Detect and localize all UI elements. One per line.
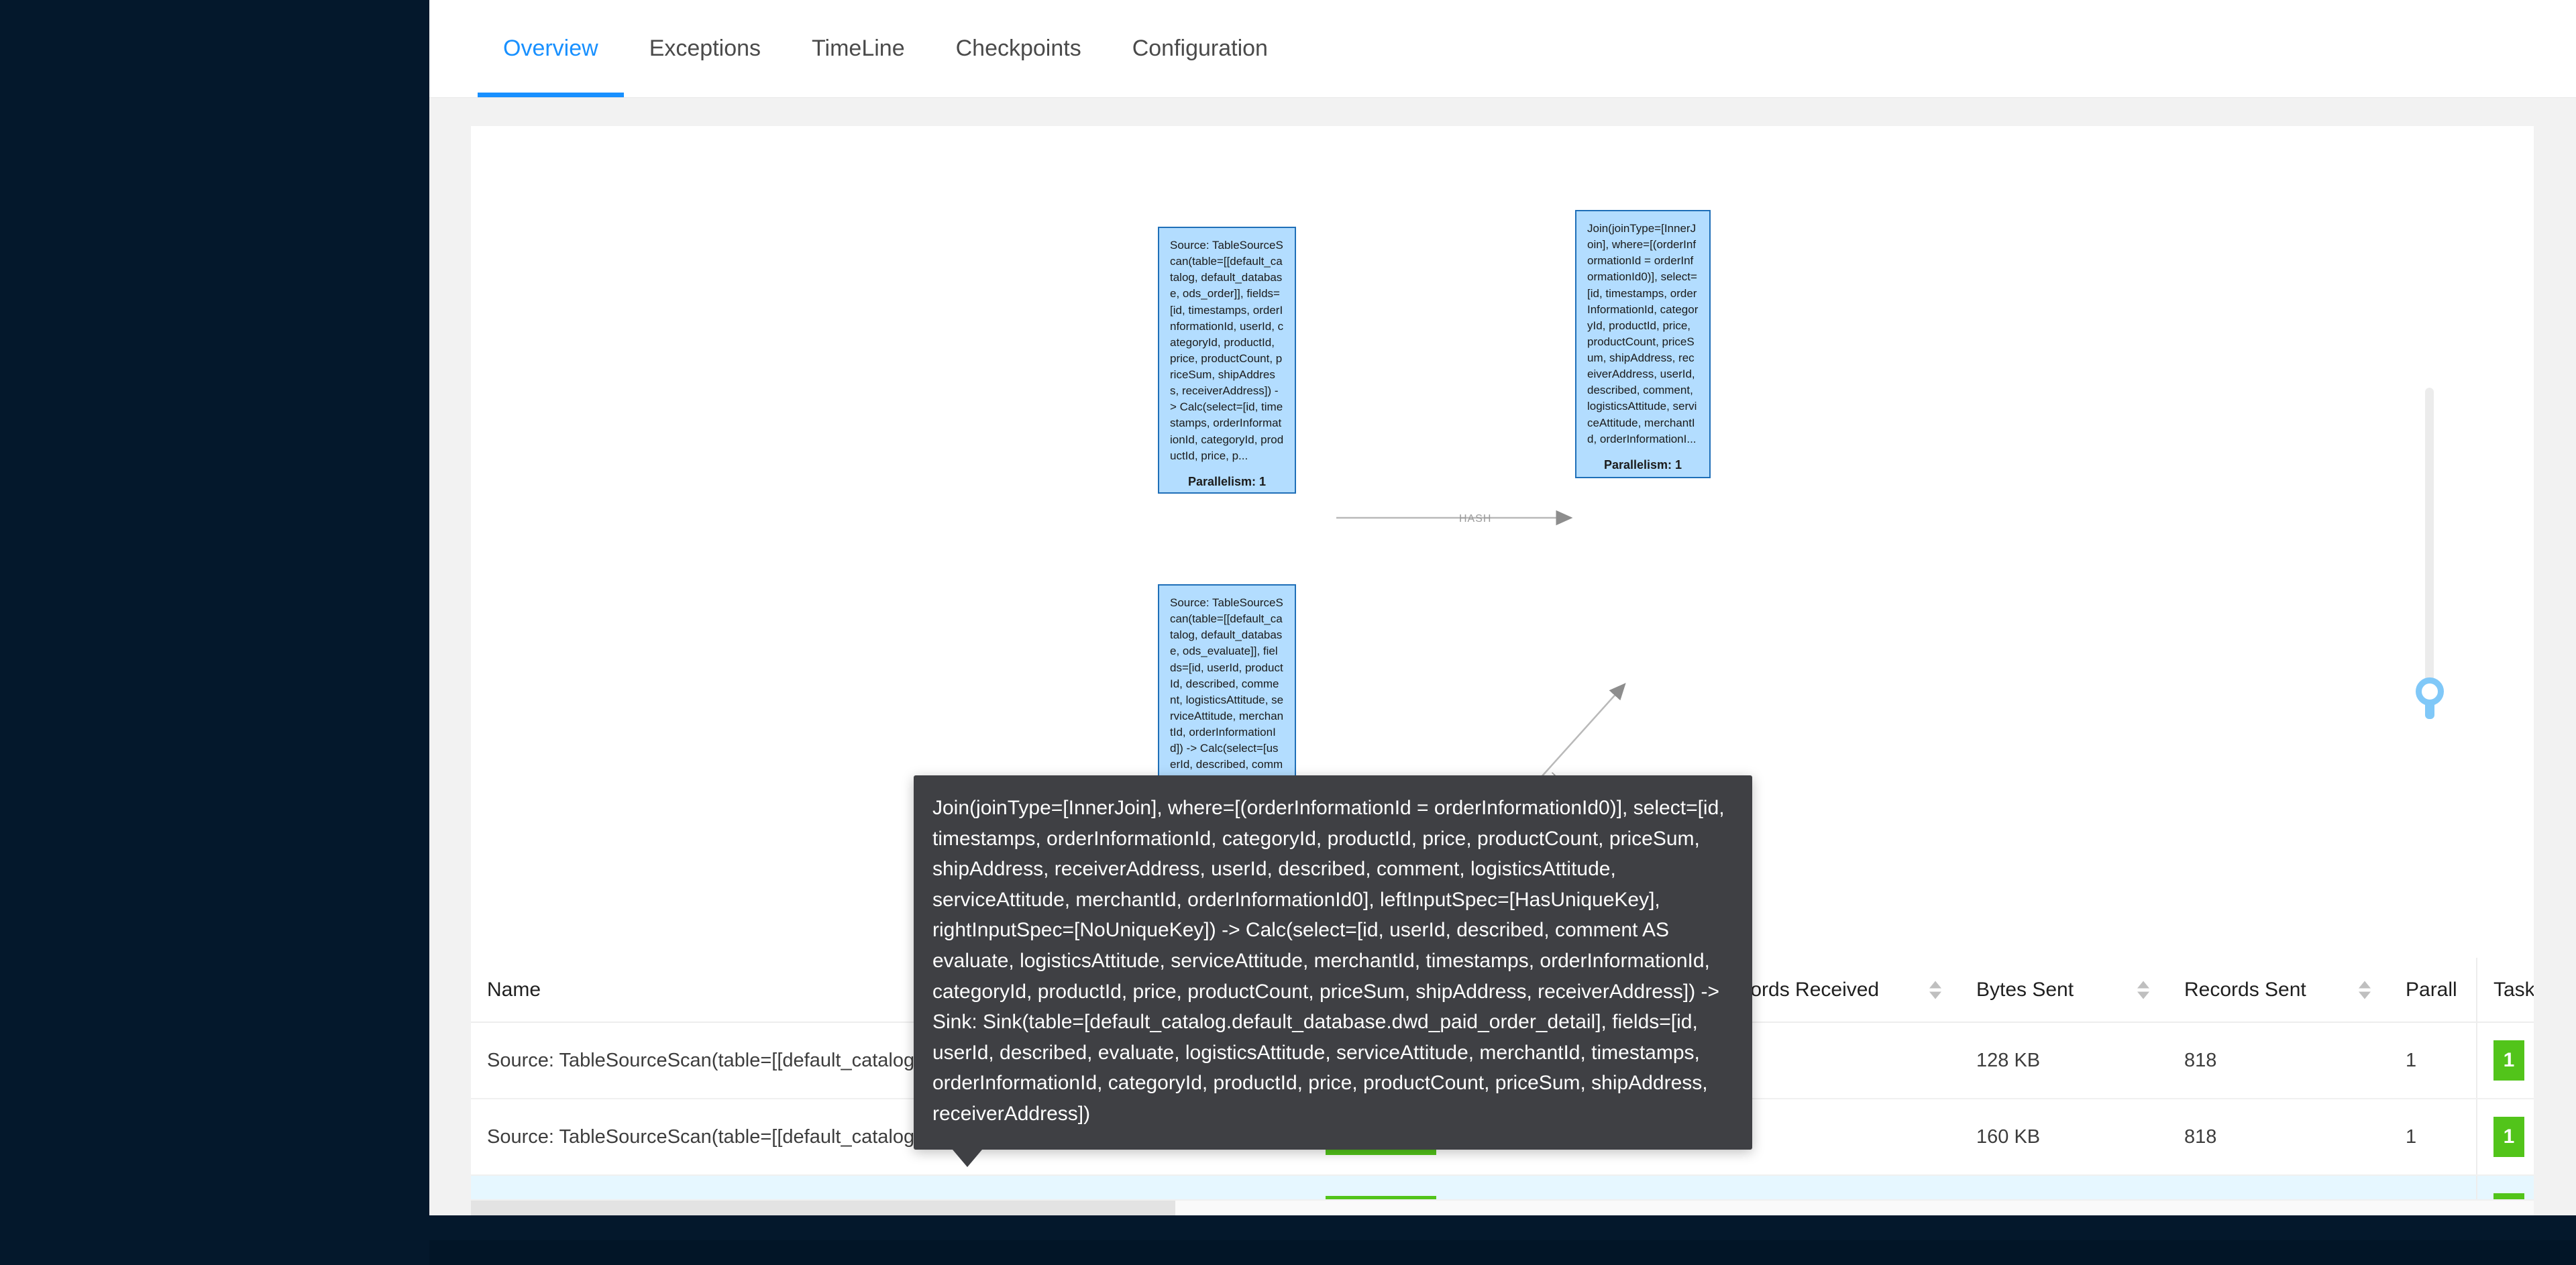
zoom-slider[interactable] (2408, 388, 2448, 730)
table-horizontal-scrollbar[interactable] (471, 1199, 2534, 1221)
tab-overview[interactable]: Overview (478, 0, 624, 97)
cell-tasks: 1 (2476, 1022, 2534, 1099)
cell-bytes_sent: 160 KB (1960, 1099, 2168, 1176)
graph-node-join[interactable]: Join(joinType=[InnerJoin], where=[(order… (1575, 210, 1711, 478)
graph-node-text: Join(joinType=[InnerJoin], where=[(order… (1587, 222, 1699, 445)
cell-bytes_sent: 128 KB (1960, 1022, 2168, 1099)
zoom-slider-stem (2425, 703, 2434, 719)
sort-descending-icon[interactable] (2359, 991, 2371, 999)
table-header-label: Parall (2406, 978, 2457, 1001)
table-header-tasks: Tasks (2476, 958, 2534, 1023)
sort-descending-icon[interactable] (2137, 991, 2149, 999)
left-sidebar-rail (0, 0, 429, 1265)
vertex-name-tooltip: Join(joinType=[InnerJoin], where=[(order… (914, 775, 1752, 1167)
tab-timeline[interactable]: TimeLine (786, 0, 930, 97)
table-header-label: Tasks (2493, 978, 2534, 1001)
table-header-label: Name (487, 978, 541, 1001)
tasks-badge: 1 (2493, 1117, 2524, 1157)
tab-list: Overview Exceptions TimeLine Checkpoints Con… (429, 0, 2576, 97)
tab-checkpoints[interactable]: Checkpoints (930, 0, 1107, 97)
graph-node-parallelism: Parallelism: 1 (1603, 457, 1682, 472)
table-header-parallelism: Parall (2390, 958, 2477, 1023)
cell-parallelism: 1 (2390, 1099, 2477, 1176)
sort-descending-icon[interactable] (1929, 991, 1941, 999)
table-header-label: Bytes Sent (1976, 978, 2074, 1001)
sort-ascending-icon[interactable] (1929, 981, 1941, 988)
zoom-slider-track[interactable] (2425, 388, 2434, 703)
graph-node-text: Source: TableSourceScan(table=[[default_… (1170, 239, 1284, 462)
sort-ascending-icon[interactable] (2137, 981, 2149, 988)
sort-toggle-records_sent[interactable] (2359, 981, 2371, 999)
zoom-slider-handle[interactable] (2416, 677, 2444, 706)
tab-exceptions[interactable]: Exceptions (624, 0, 786, 97)
app-root: Overview Exceptions TimeLine Checkpoints Con… (0, 0, 2576, 1265)
table-header-bytes_sent[interactable]: Bytes Sent (1960, 958, 2168, 1023)
graph-node-parallelism: Parallelism: 1 (1187, 474, 1267, 488)
scrollbar-thumb[interactable] (471, 1201, 1175, 1221)
graph-node-source-ods-order[interactable]: Source: TableSourceScan(table=[[default_… (1158, 227, 1296, 494)
main-panel: Overview Exceptions TimeLine Checkpoints Con… (429, 0, 2576, 1240)
edge-label-hash-1: HASH (1459, 513, 1492, 525)
cell-parallelism: 1 (2390, 1022, 2477, 1099)
cell-records_sent: 818 (2168, 1099, 2390, 1176)
tab-configuration[interactable]: Configuration (1107, 0, 1293, 97)
sort-ascending-icon[interactable] (2359, 981, 2371, 988)
sort-toggle-bytes_sent[interactable] (2137, 981, 2149, 999)
cell-tasks: 1 (2476, 1099, 2534, 1176)
tasks-badge: 1 (2493, 1040, 2524, 1081)
sort-toggle-records_received[interactable] (1929, 981, 1941, 999)
table-header-records_sent[interactable]: Records Sent (2168, 958, 2390, 1023)
tab-bar: Overview Exceptions TimeLine Checkpoints Con… (429, 0, 2576, 97)
cell-records_sent: 818 (2168, 1022, 2390, 1099)
table-header-label: Records Sent (2184, 978, 2306, 1001)
